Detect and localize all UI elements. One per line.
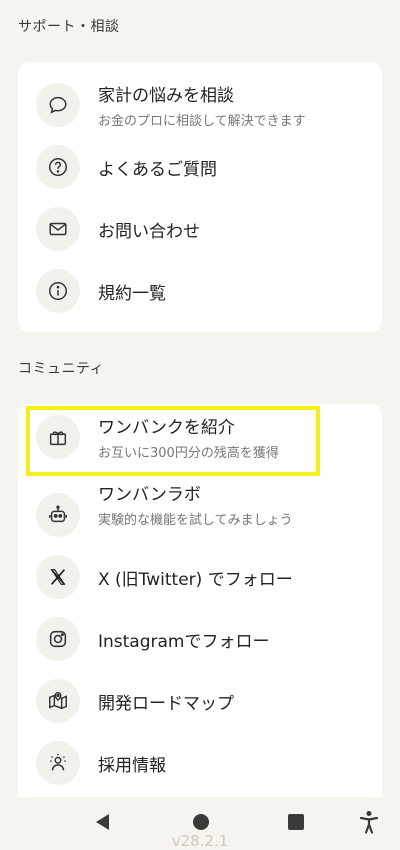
recents-button[interactable] — [286, 812, 306, 836]
menu-item-consult[interactable]: 家計の悩みを相談 お金のプロに相談して解決できます — [18, 74, 382, 136]
section-title-community: コミュニティ — [18, 361, 105, 377]
menu-item-lab[interactable]: ワンバンラボ 実験的な機能を試してみましょう — [18, 484, 382, 546]
home-button[interactable] — [191, 812, 211, 836]
people-sparkle-icon — [36, 741, 80, 785]
recents-square-icon — [288, 814, 304, 830]
menu-item-label: 家計の悩みを相談 — [98, 86, 234, 106]
menu-item-label: ワンバンクを紹介 — [98, 418, 235, 438]
menu-item-referral[interactable]: ワンバンクを紹介 お互いに300円分の残高を獲得 — [18, 406, 382, 468]
mail-icon — [36, 207, 80, 251]
menu-item-contact[interactable]: お問い合わせ — [18, 198, 382, 260]
chat-bubble-icon — [36, 83, 80, 127]
home-circle-icon — [193, 814, 209, 830]
menu-item-careers[interactable]: 採用情報 — [18, 732, 382, 794]
accessibility-button[interactable] — [358, 810, 380, 838]
instagram-icon — [36, 617, 80, 661]
accessibility-icon — [359, 811, 379, 834]
menu-item-sublabel: 実験的な機能を試してみましょう — [98, 513, 293, 528]
menu-item-label: Instagramでフォロー — [98, 631, 270, 652]
map-pin-icon — [36, 679, 80, 723]
menu-item-sublabel: お金のプロに相談して解決できます — [98, 114, 306, 129]
question-icon — [36, 145, 80, 189]
menu-item-label: 開発ロードマップ — [98, 693, 234, 714]
back-button[interactable] — [93, 812, 111, 836]
menu-item-roadmap[interactable]: 開発ロードマップ — [18, 670, 382, 732]
info-icon — [36, 269, 80, 313]
menu-item-instagram[interactable]: Instagramでフォロー — [18, 608, 382, 670]
section-title-support: サポート・相談 — [18, 19, 120, 35]
menu-item-terms[interactable]: 規約一覧 — [18, 260, 382, 322]
menu-item-faq[interactable]: よくあるご質問 — [18, 136, 382, 198]
menu-item-label: よくあるご質問 — [98, 159, 217, 180]
x-logo-icon — [36, 555, 80, 599]
gift-icon — [36, 415, 80, 459]
support-card: 家計の悩みを相談 お金のプロに相談して解決できます よくあるご質問 お問い合わせ… — [18, 62, 382, 332]
menu-item-label: X (旧Twitter) でフォロー — [98, 569, 293, 590]
menu-item-label: お問い合わせ — [98, 221, 200, 242]
menu-item-twitter[interactable]: X (旧Twitter) でフォロー — [18, 546, 382, 608]
menu-item-label: 規約一覧 — [98, 283, 166, 304]
community-card: ワンバンクを紹介 お互いに300円分の残高を獲得 ワンバンラボ 実験的な機能を試… — [18, 404, 382, 824]
menu-item-label: 採用情報 — [98, 755, 166, 776]
menu-item-sublabel: お互いに300円分の残高を獲得 — [98, 446, 279, 461]
back-triangle-icon — [96, 814, 109, 830]
menu-item-label: ワンバンラボ — [98, 485, 201, 505]
robot-icon — [36, 493, 80, 537]
